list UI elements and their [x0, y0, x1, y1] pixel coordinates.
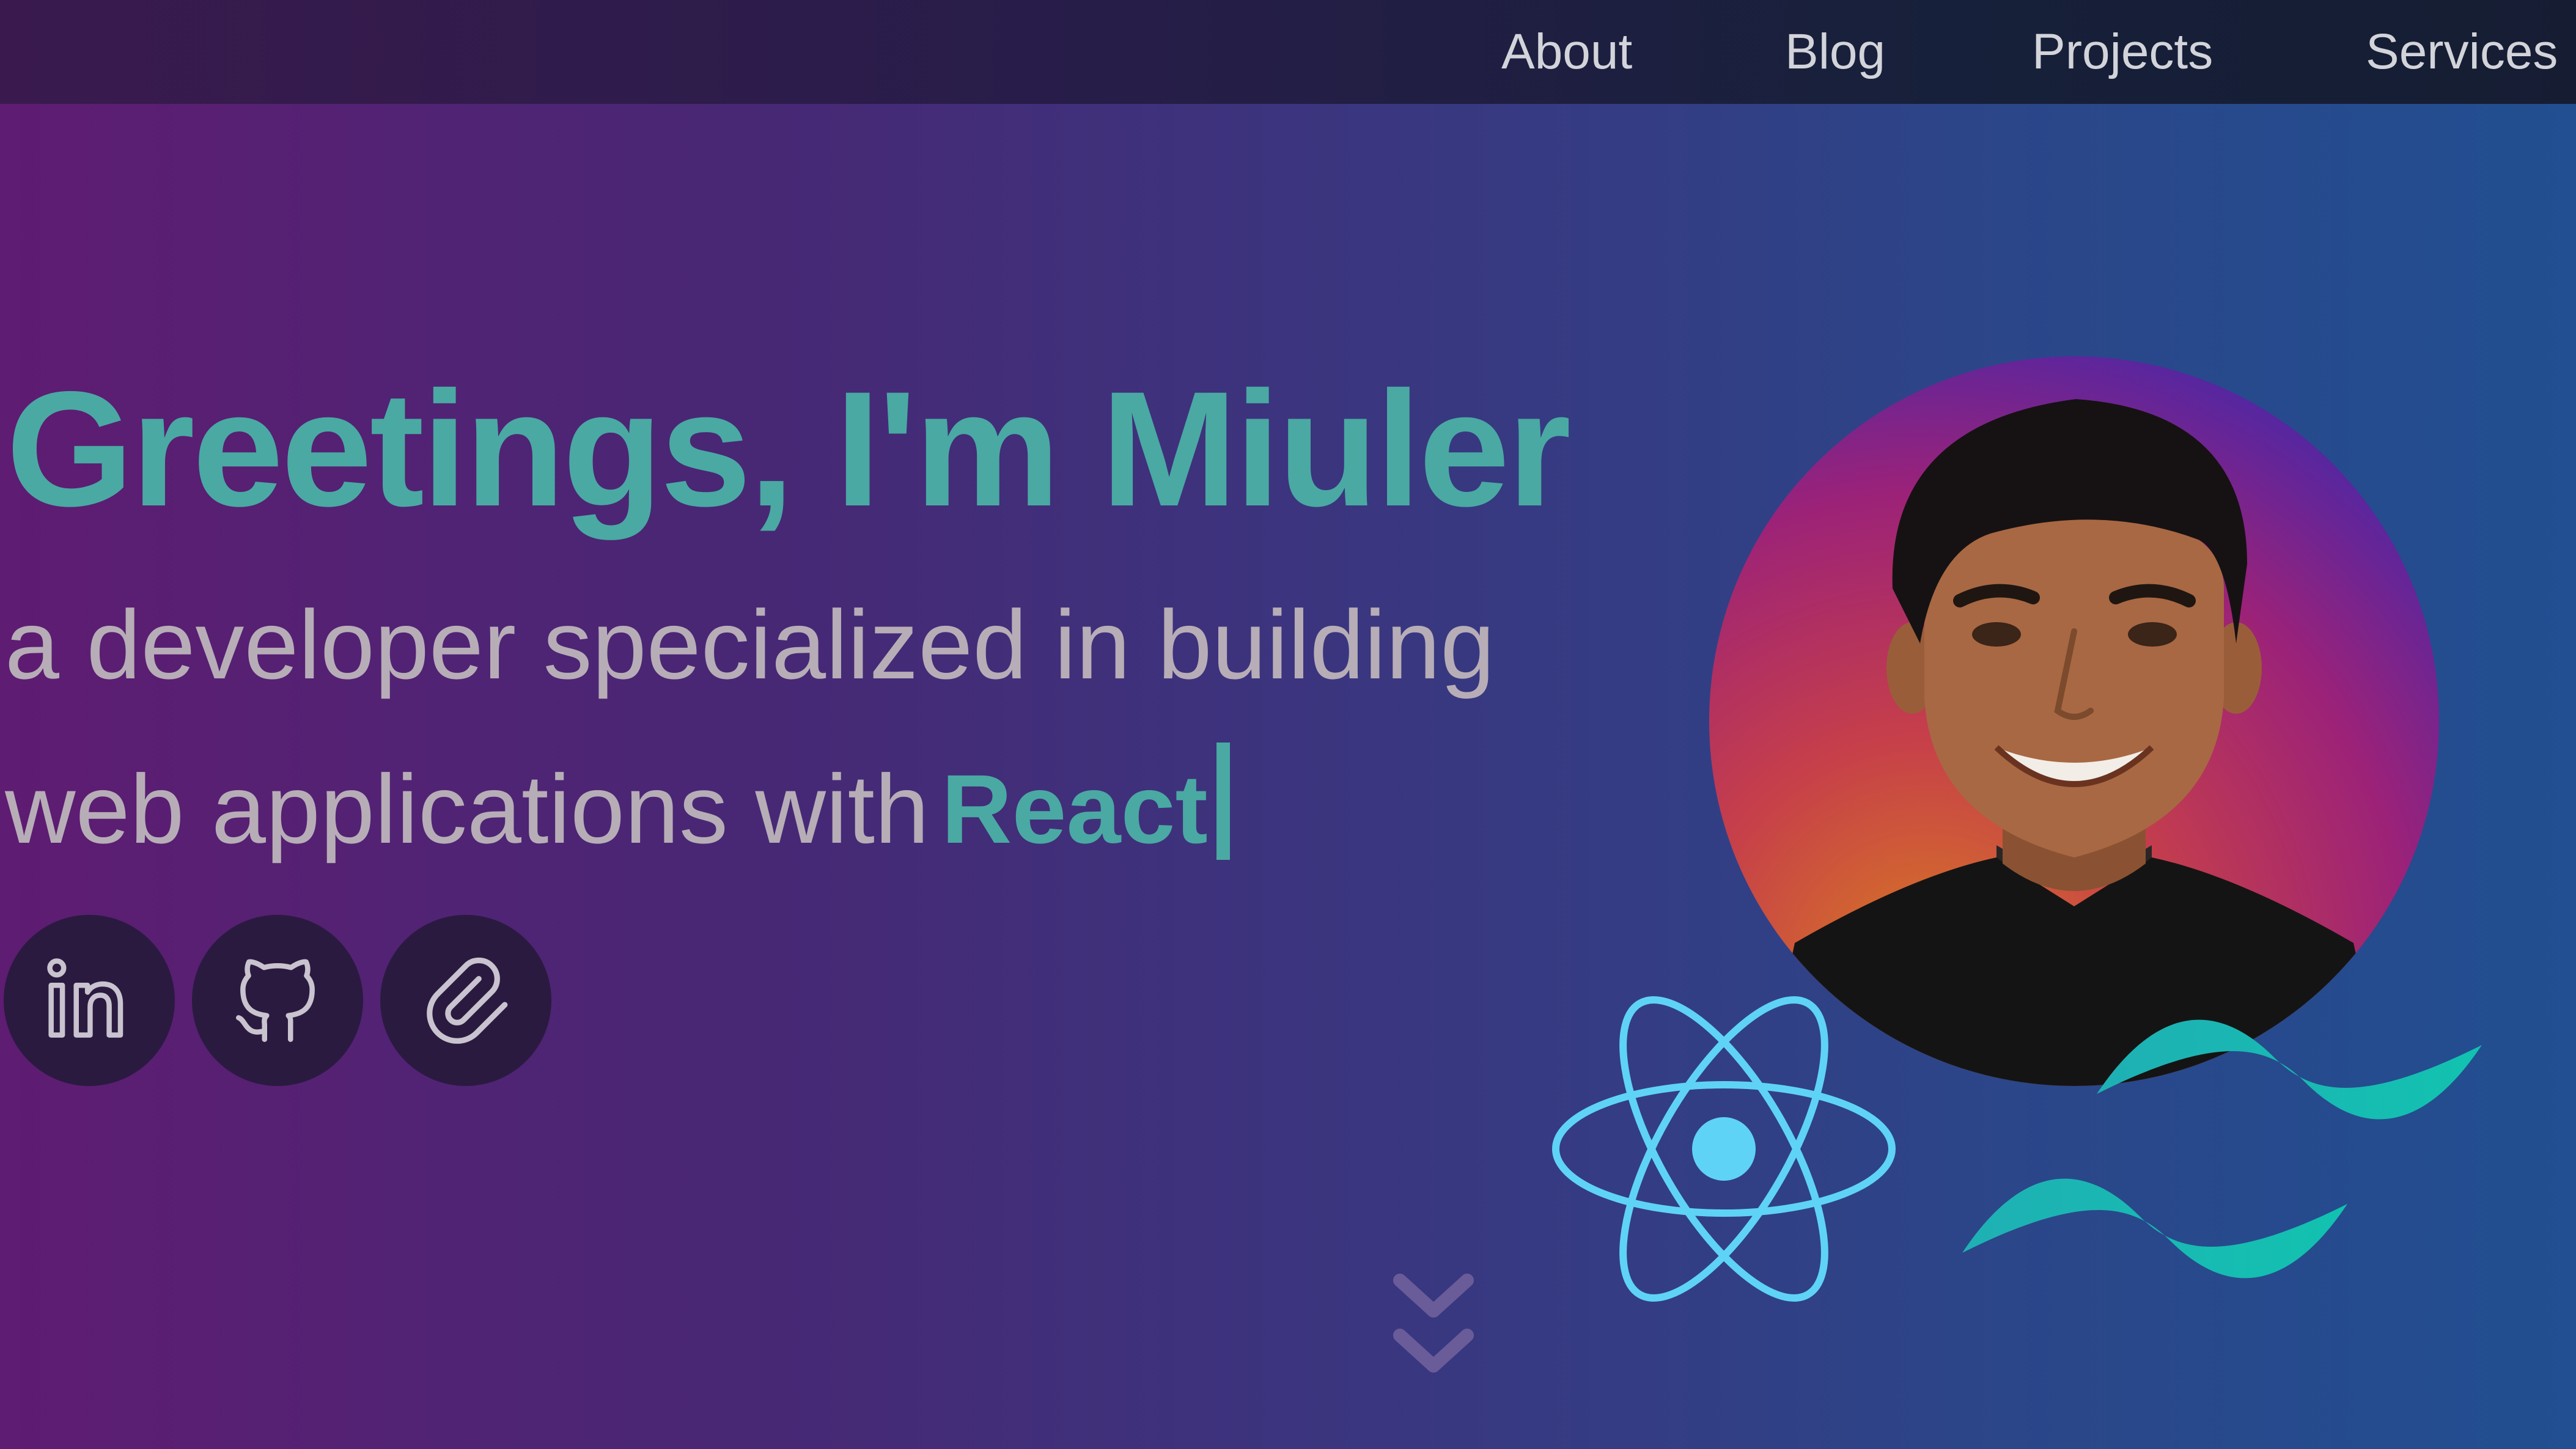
- profile-photo: [1709, 356, 2439, 1086]
- hero-subtitle-line-2: web applications with React: [5, 743, 1230, 860]
- nav-link-services[interactable]: Services: [2366, 18, 2558, 86]
- linkedin-button[interactable]: [4, 915, 175, 1086]
- hero-subtitle-line-1: a developer specialized in building: [5, 590, 1495, 699]
- nav-link-blog[interactable]: Blog: [1785, 18, 1885, 86]
- tailwind-logo-icon: [1962, 1019, 2482, 1278]
- react-logo-icon: [1552, 996, 1896, 1302]
- typed-tech-word: React: [941, 754, 1208, 864]
- profile-photo-illustration: [1764, 399, 2384, 1086]
- github-button[interactable]: [192, 915, 363, 1086]
- github-icon: [236, 959, 315, 1042]
- typing-cursor: [1216, 743, 1230, 860]
- top-navbar: About Blog Projects Services: [0, 0, 2576, 104]
- hero-greeting: Greetings, I'm Miuler: [6, 357, 1571, 540]
- paperclip-icon: [427, 957, 508, 1044]
- double-chevron-down-icon[interactable]: [1388, 1268, 1479, 1396]
- linkedin-icon: [47, 958, 123, 1038]
- hero-subtitle-text: web applications with: [5, 754, 929, 864]
- resume-link-button[interactable]: [380, 915, 551, 1086]
- nav-link-projects[interactable]: Projects: [2032, 18, 2213, 86]
- nav-link-about[interactable]: About: [1501, 18, 1632, 86]
